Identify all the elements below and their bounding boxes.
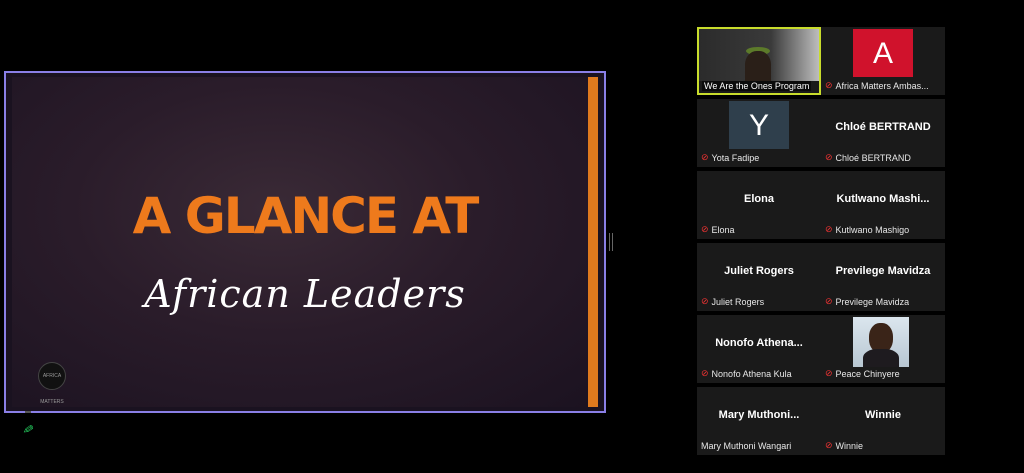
- participant-name: Elona: [744, 193, 774, 205]
- slide-title: A GLANCE AT: [132, 187, 480, 245]
- participant-label-text: Nonofo Athena Kula: [711, 368, 792, 379]
- participant-name: Previlege Mavidza: [835, 265, 931, 277]
- muted-mic-icon: ⊘: [825, 152, 833, 162]
- participant-label-text: Yota Fadipe: [711, 152, 760, 163]
- participant-tile[interactable]: Y ⊘ Yota Fadipe: [697, 99, 821, 167]
- participant-label: ⊘ Chloé BERTRAND: [825, 152, 911, 163]
- participant-tile[interactable]: Juliet Rogers ⊘ Juliet Rogers: [697, 243, 821, 311]
- share-indicator: [25, 411, 31, 413]
- participant-label: ⊘ Previlege Mavidza: [825, 296, 909, 307]
- participant-label: ⊘ Elona: [701, 224, 735, 235]
- participant-label-text: Winnie: [835, 440, 864, 451]
- participant-label: ⊘ Nonofo Athena Kula: [701, 368, 792, 379]
- participant-tile[interactable]: Nonofo Athena... ⊘ Nonofo Athena Kula: [697, 315, 821, 383]
- participant-label-text: Elona: [711, 224, 735, 235]
- muted-mic-icon: ⊘: [701, 368, 709, 378]
- participant-tile[interactable]: We Are the Ones Program: [697, 27, 821, 95]
- participant-tile[interactable]: Previlege Mavidza ⊘ Previlege Mavidza: [821, 243, 945, 311]
- participant-tile[interactable]: Winnie ⊘ Winnie: [821, 387, 945, 455]
- participant-video: [699, 29, 819, 81]
- split-resize-handle[interactable]: [609, 233, 613, 251]
- participant-label: ⊘ Africa Matters Ambas...: [825, 80, 929, 91]
- participant-label: ⊘ Peace Chinyere: [825, 368, 900, 379]
- participant-label-text: Previlege Mavidza: [835, 296, 910, 307]
- participant-label: ⊘ Juliet Rogers: [701, 296, 764, 307]
- slide-logo: AFRICA MATTERS: [38, 362, 66, 405]
- participant-name: Juliet Rogers: [724, 265, 794, 277]
- participant-tile[interactable]: Chloé BERTRAND ⊘ Chloé BERTRAND: [821, 99, 945, 167]
- presentation-slide: A GLANCE AT African Leaders AFRICA MATTE…: [12, 77, 598, 407]
- participant-label-text: Juliet Rogers: [711, 296, 765, 307]
- muted-mic-icon: ⊘: [701, 224, 709, 234]
- participant-name: Chloé BERTRAND: [835, 121, 931, 133]
- muted-mic-icon: ⊘: [825, 368, 833, 378]
- participant-tile[interactable]: Mary Muthoni... Mary Muthoni Wangari: [697, 387, 821, 455]
- muted-mic-icon: ⊘: [701, 152, 709, 162]
- participant-label-text: Kutlwano Mashigo: [835, 224, 910, 235]
- participant-label-text: Africa Matters Ambas...: [835, 80, 929, 91]
- participant-label-text: Peace Chinyere: [835, 368, 900, 379]
- muted-mic-icon: ⊘: [701, 296, 709, 306]
- participant-label-text: Chloé BERTRAND: [835, 152, 911, 163]
- muted-mic-icon: ⊘: [825, 440, 833, 450]
- muted-mic-icon: ⊘: [825, 296, 833, 306]
- participant-name: Kutlwano Mashi...: [836, 193, 930, 205]
- participant-label: ⊘ Yota Fadipe: [701, 152, 759, 163]
- participant-name: Winnie: [865, 409, 901, 421]
- profile-photo: [853, 317, 909, 367]
- participant-name: Nonofo Athena...: [715, 337, 803, 349]
- participant-label: We Are the Ones Program: [702, 81, 812, 91]
- participant-tile[interactable]: ⊘ Peace Chinyere: [821, 315, 945, 383]
- shared-screen: A GLANCE AT African Leaders AFRICA MATTE…: [4, 71, 606, 413]
- muted-mic-icon: ⊘: [825, 224, 833, 234]
- participant-label: ⊘ Kutlwano Mashigo: [825, 224, 909, 235]
- annotate-pencil-icon[interactable]: ✎: [19, 422, 37, 435]
- avatar: A: [853, 29, 913, 77]
- participant-name: Mary Muthoni...: [718, 409, 800, 421]
- muted-mic-icon: ⊘: [825, 80, 833, 90]
- participant-label: Mary Muthoni Wangari: [701, 441, 791, 451]
- participant-tile[interactable]: Elona ⊘ Elona: [697, 171, 821, 239]
- participant-label: ⊘ Winnie: [825, 440, 863, 451]
- slide-subtitle: African Leaders: [144, 272, 466, 316]
- participant-label-text: Mary Muthoni Wangari: [701, 441, 792, 451]
- avatar: Y: [729, 101, 789, 149]
- participant-tile[interactable]: Kutlwano Mashi... ⊘ Kutlwano Mashigo: [821, 171, 945, 239]
- participant-tile[interactable]: A ⊘ Africa Matters Ambas...: [821, 27, 945, 95]
